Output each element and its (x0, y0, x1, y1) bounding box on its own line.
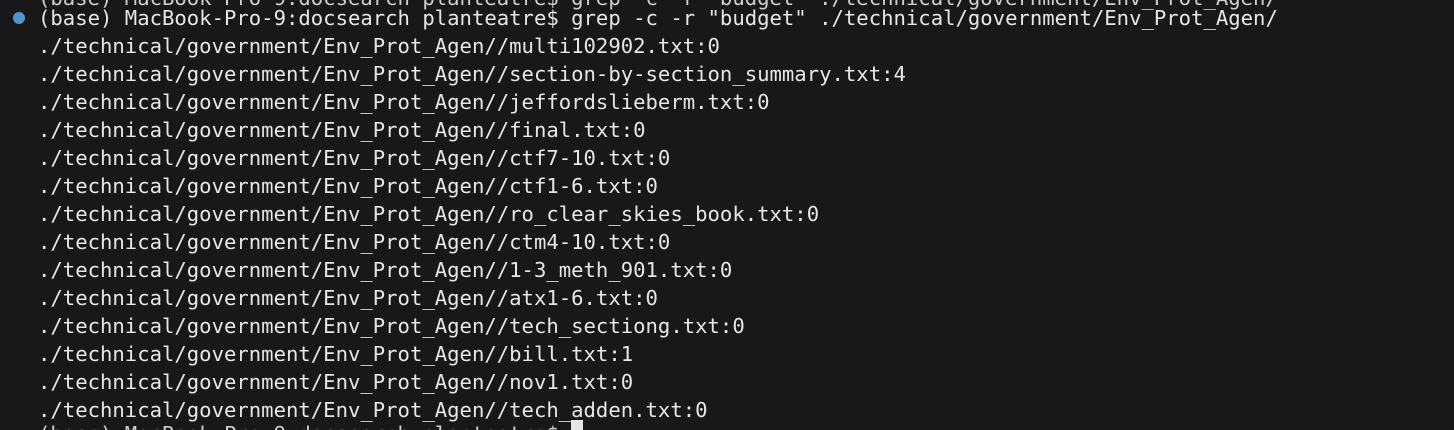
output-line: ./technical/government/Env_Prot_Agen//ct… (38, 146, 671, 170)
current-prompt-text: (base) MacBook-Pro-9:docsearch planteatr… (38, 422, 571, 430)
current-prompt-line[interactable]: (base) MacBook-Pro-9:docsearch planteatr… (38, 420, 584, 430)
output-line: ./technical/government/Env_Prot_Agen//no… (38, 370, 634, 394)
terminal-window[interactable]: (base) MacBook-Pro-9:docsearch planteatr… (0, 0, 1454, 430)
command-output: ./technical/government/Env_Prot_Agen//mu… (38, 32, 906, 424)
output-line: ./technical/government/Env_Prot_Agen//at… (38, 286, 658, 310)
output-line: ./technical/government/Env_Prot_Agen//1-… (38, 258, 733, 282)
output-line: ./technical/government/Env_Prot_Agen//ro… (38, 202, 820, 226)
output-line: ./technical/government/Env_Prot_Agen//mu… (38, 34, 720, 58)
output-line: ./technical/government/Env_Prot_Agen//bi… (38, 342, 634, 366)
output-line: ./technical/government/Env_Prot_Agen//ct… (38, 174, 658, 198)
command-line: (base) MacBook-Pro-9:docsearch planteatr… (38, 6, 1278, 30)
output-line: ./technical/government/Env_Prot_Agen//je… (38, 90, 770, 114)
output-line: ./technical/government/Env_Prot_Agen//fi… (38, 118, 646, 142)
output-line: ./technical/government/Env_Prot_Agen//se… (38, 62, 906, 86)
command-status-dot-icon (13, 12, 25, 24)
output-line: ./technical/government/Env_Prot_Agen//te… (38, 314, 745, 338)
text-cursor (571, 420, 584, 430)
output-line: ./technical/government/Env_Prot_Agen//ct… (38, 230, 671, 254)
